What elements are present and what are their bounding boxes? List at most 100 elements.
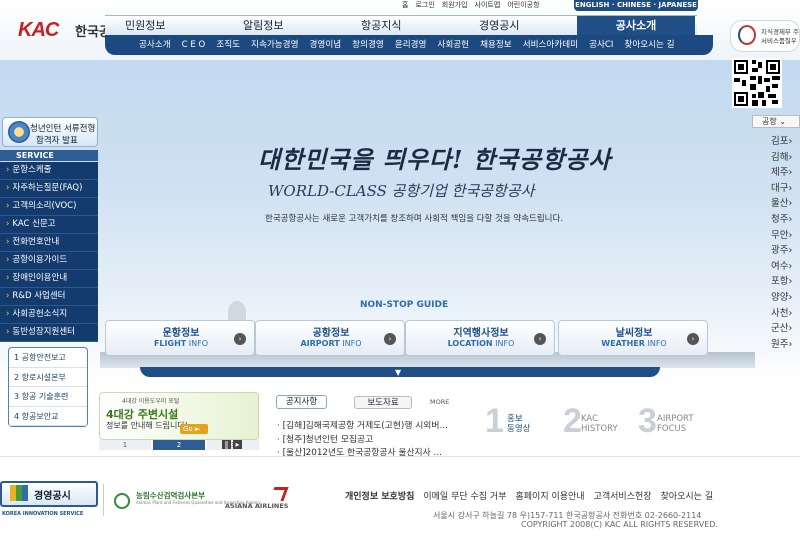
promo-controls: ‖ ▸ [222, 440, 244, 449]
subnav-item[interactable]: C E O [182, 35, 206, 55]
util-sitemap-link[interactable]: 사이트맵 [475, 0, 501, 11]
business-disclosure-label: 경영공시 [34, 491, 71, 502]
kac-history-link[interactable]: KAC HISTORY [581, 414, 618, 434]
guide-weather-button[interactable]: 날씨정보 WEATHER INFO › [558, 320, 708, 356]
arrow-right-icon: › [534, 333, 546, 345]
hero-tagline: 한국공항공사는 새로운 고객가치를 창조하며 사회적 책임을 다할 것을 약속드… [265, 214, 564, 224]
airport-item-gimpo[interactable]: 김포› [755, 133, 800, 149]
directions-link[interactable]: 찾아오시는 길 [661, 489, 714, 502]
privacy-link[interactable]: 개인정보 보호방침 [345, 489, 414, 502]
airport-item-ulsan[interactable]: 울산› [755, 195, 800, 211]
nav-civil[interactable]: 민원정보 [105, 16, 223, 35]
hero-slogan: 대한민국을 띄우다! 한국공항공사 [258, 145, 612, 174]
utility-links: 홈 로그인 회원가입 사이트맵 어린이공항 [402, 0, 540, 11]
promo-tag: 4대강 이용도우미 포털 [122, 398, 180, 405]
airport-item-pohang[interactable]: 포항› [755, 273, 800, 289]
airport-item-sacheon[interactable]: 사천› [755, 305, 800, 321]
pause-icon[interactable]: ‖ [222, 440, 231, 449]
tab-press[interactable]: 보도자료 [354, 396, 412, 409]
airport-item-yeosu[interactable]: 여수› [755, 258, 800, 274]
quick-link[interactable]: 3 항공 기술훈련 [9, 387, 87, 407]
bullet-icon: › [6, 327, 10, 337]
qr-code-icon [732, 58, 782, 108]
nav-aviation[interactable]: 항공지식 [341, 16, 459, 35]
subnav-item[interactable]: 채용정보 [480, 35, 512, 55]
nav-about[interactable]: 공사소개 [577, 16, 695, 35]
service-list: › 운항스케줄 › 자주하는질문(FAQ) › 고객의소리(VOC) › KAC 신문고… [0, 162, 98, 342]
service-item[interactable]: › 장애인이용안내 [0, 270, 98, 288]
badge-line-1: 지식경제부 주 [761, 28, 799, 36]
util-join-link[interactable]: 회원가입 [442, 0, 468, 11]
site-guide-link[interactable]: 홈페이지 이용안내 [515, 489, 584, 502]
quick-link[interactable]: 2 항로시설본부 [9, 368, 87, 387]
airport-item-muan[interactable]: 무안› [755, 227, 800, 243]
airport-focus-link[interactable]: AIRPORT FOCUS [657, 414, 694, 434]
service-item[interactable]: › 공항이용가이드 [0, 252, 98, 270]
subnav-item[interactable]: 창의경영 [352, 35, 384, 55]
tab-notice[interactable]: 공지사항 [276, 395, 327, 409]
certification-icon [738, 25, 756, 45]
language-bar[interactable]: ENGLISH · CHINESE · JAPANESE [574, 0, 698, 11]
service-item[interactable]: › 전화번호안내 [0, 234, 98, 252]
subnav-item[interactable]: 공사소개 [139, 35, 171, 55]
airport-item-cheongju[interactable]: 청주› [755, 211, 800, 227]
more-link[interactable]: MORE [430, 398, 449, 406]
promo-video-link[interactable]: 홍보 동영상 [507, 414, 530, 434]
bullet-icon: › [6, 273, 10, 283]
email-refusal-link[interactable]: 이메일 무단 수집 거부 [423, 489, 506, 502]
subnav-item[interactable]: 찾아오시는 길 [624, 35, 674, 55]
airport-select[interactable]: 공항 ⌄ [752, 115, 800, 128]
promo-go-button[interactable]: Go ► [180, 424, 208, 434]
util-login-link[interactable]: 로그인 [415, 0, 434, 11]
util-kids-link[interactable]: 어린이공항 [507, 0, 539, 11]
quick-link[interactable]: 4 항공보안교 [9, 407, 87, 426]
subnav-item[interactable]: 사회공헌 [437, 35, 469, 55]
kac-logo[interactable]: KAC [18, 19, 59, 42]
kis-logo[interactable]: KOREA INNOVATION SERVICE [2, 511, 83, 517]
service-item[interactable]: › KAC 신문고 [0, 216, 98, 234]
airport-item-yangyang[interactable]: 양양› [755, 289, 800, 305]
footer-divider [0, 456, 800, 457]
service-item[interactable]: › 자주하는질문(FAQ) [0, 180, 98, 198]
bullet-icon: › [6, 291, 10, 301]
service-item[interactable]: › R&D 사업센터 [0, 288, 98, 306]
airport-item-jeju[interactable]: 제주› [755, 164, 800, 180]
service-item[interactable]: › 운항스케줄 [0, 162, 98, 180]
play-icon[interactable]: ▸ [233, 440, 242, 449]
nav-management[interactable]: 경영공시 [459, 16, 577, 35]
guide-location-button[interactable]: 지역행사정보 LOCATION INFO › [405, 320, 555, 356]
nav-notice[interactable]: 알림정보 [223, 16, 341, 35]
airport-item-wonju[interactable]: 원주› [755, 336, 800, 352]
service-item[interactable]: › 동반성장지원센터 [0, 324, 98, 342]
customer-charter-link[interactable]: 고객서비스헌장 [594, 489, 652, 502]
subnav-item[interactable]: 서비스아카데미 [523, 35, 578, 55]
airport-item-gunsan[interactable]: 군산› [755, 320, 800, 336]
chevron-down-icon: ▼ [395, 368, 402, 377]
promo-page[interactable]: 1 [99, 440, 151, 450]
airport-item-gwangju[interactable]: 광주› [755, 242, 800, 258]
guide-flight-button[interactable]: 운항정보 FLIGHT INFO › [105, 320, 255, 356]
airport-item-gimhae[interactable]: 김해› [755, 149, 800, 165]
service-item[interactable]: › 고객의소리(VOC) [0, 198, 98, 216]
quick-link[interactable]: 1 공항안전보고 [9, 348, 87, 368]
subnav-item[interactable]: 경영이념 [310, 35, 342, 55]
asiana-logo[interactable]: ASIANA AIRLINES [225, 502, 288, 510]
bullet-icon: › [6, 255, 10, 265]
kac-logo-korean[interactable]: 한국공항공사 [75, 21, 107, 40]
util-home-link[interactable]: 홈 [402, 0, 408, 11]
news-item[interactable]: · [청주]청년인턴 모집공고 [277, 432, 477, 446]
subnav-item[interactable]: 지속가능경영 [251, 35, 298, 55]
airport-select-label: 공항 [762, 117, 777, 126]
airport-item-daegu[interactable]: 대구› [755, 180, 800, 196]
bullet-icon: › [6, 309, 10, 319]
news-item[interactable]: · [김해]김해국제공항 거제도(고현)행 시외버... [277, 418, 477, 432]
subnav-item[interactable]: 공사CI [589, 35, 613, 55]
agri-logo-icon [114, 493, 130, 509]
airport-list: 김포› 김해› 제주› 대구› 울산› 청주› 무안› 광주› 여수› 포항› … [755, 133, 800, 351]
service-item[interactable]: › 사회공헌소식지 [0, 306, 98, 324]
subnav-item[interactable]: 조직도 [216, 35, 240, 55]
promo-page-active[interactable]: 2 [153, 440, 205, 450]
quick-links-box: 1 공항안전보고 2 항로시설본부 3 항공 기술훈련 4 항공보안교 [8, 347, 88, 427]
guide-airport-button[interactable]: 공항정보 AIRPORT INFO › [255, 320, 405, 356]
subnav-item[interactable]: 윤리경영 [395, 35, 427, 55]
